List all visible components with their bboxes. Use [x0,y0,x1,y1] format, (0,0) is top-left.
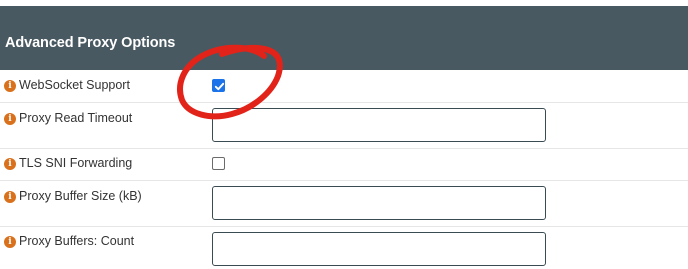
info-icon[interactable]: i [4,191,16,203]
proxy-buffer-size-label: Proxy Buffer Size (kB) [19,189,142,203]
section-title: Advanced Proxy Options [5,35,176,51]
tls-sni-forwarding-label: TLS SNI Forwarding [19,156,133,170]
info-icon[interactable]: i [4,113,16,125]
proxy-buffer-size-input[interactable] [212,186,546,220]
info-icon[interactable]: i [4,158,16,170]
row-tls-sni-forwarding: i TLS SNI Forwarding [0,149,688,180]
info-icon[interactable]: i [4,236,16,248]
info-icon[interactable]: i [4,80,16,92]
proxy-buffers-count-input[interactable] [212,232,546,266]
section-header: Advanced Proxy Options [0,6,688,70]
row-proxy-read-timeout: i Proxy Read Timeout [0,103,688,148]
websocket-support-label: WebSocket Support [19,78,130,92]
checkmark-icon [214,82,225,91]
websocket-support-checkbox[interactable] [212,79,225,92]
tls-sni-forwarding-checkbox[interactable] [212,157,225,170]
advanced-proxy-options-panel: Advanced Proxy Options i WebSocket Suppo… [0,0,688,269]
proxy-buffers-count-label: Proxy Buffers: Count [19,234,135,248]
proxy-read-timeout-input[interactable] [212,108,546,142]
row-proxy-buffers-count: i Proxy Buffers: Count [0,227,688,269]
row-websocket-support: i WebSocket Support [0,70,688,102]
proxy-read-timeout-label: Proxy Read Timeout [19,111,133,125]
row-proxy-buffer-size: i Proxy Buffer Size (kB) [0,181,688,226]
